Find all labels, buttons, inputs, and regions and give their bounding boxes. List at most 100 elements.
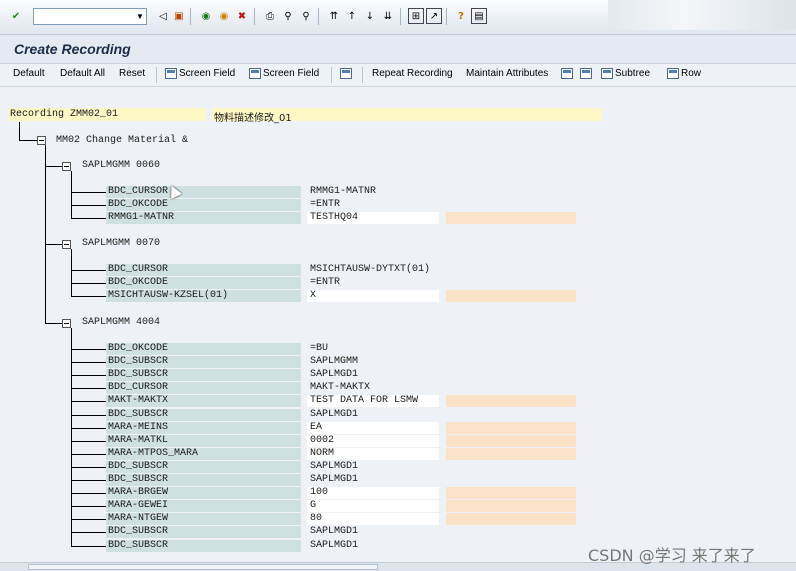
find-next-icon[interactable]: ⚲ [298, 8, 314, 24]
title-bar: Create Recording [0, 35, 796, 64]
field-value-input[interactable] [307, 422, 439, 434]
field-value[interactable]: TEST DATA FOR LSMW [310, 395, 418, 406]
edit-button[interactable] [340, 68, 354, 79]
collapse-icon[interactable] [580, 68, 594, 79]
screen-node[interactable]: SAPLMGMM 0070 [82, 238, 160, 249]
field-aux-input[interactable] [446, 435, 576, 447]
field-name: MARA-MEINS [108, 422, 169, 433]
field-name: RMMG1-MATNR [108, 212, 175, 223]
watermark: CSDN @学习 来了来了 [588, 546, 756, 565]
shortcut-icon[interactable]: ↗ [426, 8, 442, 24]
field-name: BDC_SUBSCR [108, 461, 169, 472]
field-value[interactable]: TESTHQ04 [310, 212, 358, 223]
field-value-input[interactable] [307, 500, 439, 512]
field-aux-input[interactable] [446, 500, 576, 512]
collapse-node-icon[interactable] [37, 136, 46, 145]
print-icon[interactable]: ⎙ [262, 8, 278, 24]
field-value: SAPLMGD1 [310, 474, 359, 485]
screen-field-button-2[interactable]: Screen Field [249, 68, 319, 79]
field-aux-input[interactable] [446, 487, 576, 499]
field-name: BDC_SUBSCR [108, 356, 169, 367]
row-button[interactable]: Row [667, 68, 701, 79]
repeat-recording-button[interactable]: Repeat Recording [372, 68, 453, 79]
field-name: MARA-MTPOS_MARA [108, 448, 199, 459]
field-value: SAPLMGD1 [310, 540, 359, 551]
field-value: MSICHTAUSW-DYTXT(01) [310, 264, 431, 275]
field-name: MSICHTAUSW-KZSEL(01) [108, 290, 229, 301]
subtree-button[interactable]: Subtree [601, 68, 650, 79]
field-value[interactable]: G [310, 500, 316, 511]
maintain-attributes-button[interactable]: Maintain Attributes [466, 68, 548, 79]
field-value[interactable]: 100 [310, 487, 328, 498]
next-page-icon[interactable]: ↓ [362, 8, 378, 24]
field-value[interactable]: 80 [310, 513, 322, 524]
recording-label[interactable]: Recording ZMM02_01 [10, 109, 118, 120]
field-name: BDC_CURSOR [108, 186, 169, 197]
layout-icon[interactable]: ▤ [471, 8, 487, 24]
expand-icon[interactable] [561, 68, 575, 79]
back-nav-icon[interactable]: ◉ [198, 8, 214, 24]
field-value[interactable]: X [310, 290, 316, 301]
field-aux-input[interactable] [446, 290, 576, 302]
maintain-attributes-label: Maintain Attributes [466, 68, 549, 79]
default-all-button[interactable]: Default All [60, 68, 105, 79]
collapse-all-icon [580, 68, 592, 79]
row-icon [667, 68, 679, 79]
field-name: BDC_OKCODE [108, 277, 169, 288]
field-aux-input[interactable] [446, 422, 576, 434]
reset-button[interactable]: Reset [119, 68, 145, 79]
field-value: SAPLMGD1 [310, 369, 359, 380]
page-title: Create Recording [14, 41, 131, 57]
field-name: BDC_SUBSCR [108, 409, 169, 420]
save-icon[interactable]: ▣ [171, 8, 187, 24]
enter-icon[interactable]: ✔ [8, 8, 24, 24]
previous-page-icon[interactable]: ↑ [344, 8, 360, 24]
field-name: BDC_OKCODE [108, 343, 169, 354]
field-aux-input[interactable] [446, 395, 576, 407]
collapse-node-icon[interactable] [62, 162, 71, 171]
screen-field-icon [249, 68, 261, 79]
screen-node[interactable]: SAPLMGMM 0060 [82, 160, 160, 171]
field-value: SAPLMGD1 [310, 526, 359, 537]
chevron-down-icon[interactable]: ▼ [134, 9, 146, 24]
field-value: SAPLMGD1 [310, 461, 359, 472]
cancel-icon[interactable]: ✖ [234, 8, 250, 24]
subtree-icon [601, 68, 613, 79]
screen-field-button-1[interactable]: Screen Field [165, 68, 235, 79]
field-aux-input[interactable] [446, 513, 576, 525]
command-field[interactable]: ▼ [33, 8, 147, 25]
field-name: BDC_CURSOR [108, 264, 169, 275]
field-value: SAPLMGD1 [310, 409, 359, 420]
previous-icon[interactable]: ◁ [155, 8, 171, 24]
find-icon[interactable]: ⚲ [280, 8, 296, 24]
screen-node[interactable]: SAPLMGMM 4004 [82, 317, 160, 328]
field-value: MAKT-MAKTX [310, 382, 371, 393]
collapse-node-icon[interactable] [62, 240, 71, 249]
transaction-node[interactable]: MM02 Change Material & [56, 135, 188, 146]
field-aux-input[interactable] [446, 212, 576, 224]
field-aux-input[interactable] [446, 448, 576, 460]
field-name: BDC_SUBSCR [108, 526, 169, 537]
collapse-node-icon[interactable] [62, 319, 71, 328]
field-value-input[interactable] [307, 513, 439, 525]
field-value: =BU [310, 343, 329, 354]
field-name: BDC_OKCODE [108, 199, 169, 210]
default-button[interactable]: Default [13, 68, 45, 79]
field-value: =ENTR [310, 199, 341, 210]
help-icon[interactable]: ? [453, 8, 469, 24]
field-value[interactable]: 0002 [310, 435, 334, 446]
field-value: SAPLMGMM [310, 356, 359, 367]
create-session-icon[interactable]: ⊞ [408, 8, 424, 24]
reset-label: Reset [119, 68, 146, 79]
row-label: Row [681, 68, 702, 79]
field-value[interactable]: EA [310, 422, 322, 433]
field-value-input[interactable] [307, 290, 439, 302]
last-page-icon[interactable]: ⇊ [380, 8, 396, 24]
field-value[interactable]: NORM [310, 448, 334, 459]
first-page-icon[interactable]: ⇈ [326, 8, 342, 24]
field-name: BDC_SUBSCR [108, 540, 169, 551]
scrollbar-thumb[interactable] [28, 564, 378, 570]
field-name: MARA-BRGEW [108, 487, 169, 498]
field-name: BDC_SUBSCR [108, 474, 169, 485]
exit-icon[interactable]: ◉ [216, 8, 232, 24]
